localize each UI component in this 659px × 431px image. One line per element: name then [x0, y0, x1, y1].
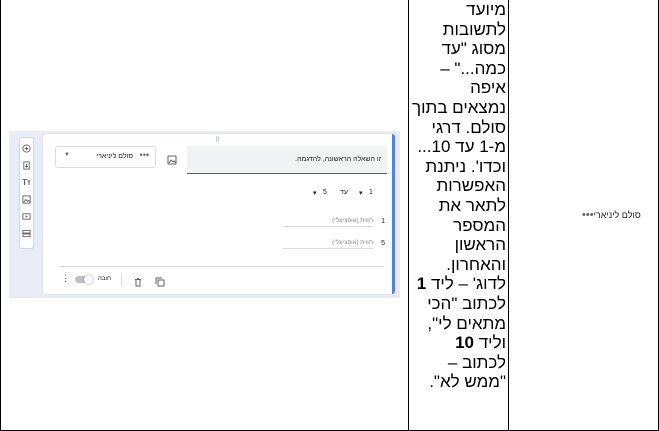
linear-scale-screenshot: Tт ⠿ זו השאלה הראשונה, להדגמה. ••• סולם …	[9, 131, 400, 298]
description-bold1: 1	[416, 274, 427, 294]
trash-icon[interactable]	[133, 274, 143, 287]
table-border-left	[0, 0, 1, 431]
required-toggle[interactable]	[75, 275, 93, 284]
description-cell: מיועד לתשובות מסוג "עד כמה..." – איפה נמ…	[412, 0, 506, 431]
scale-from-value[interactable]: 1	[369, 189, 373, 196]
drag-handle-icon[interactable]: ⠿	[215, 136, 221, 144]
description-text: מיועד לתשובות מסוג "עד כמה..." – איפה נמ…	[412, 0, 506, 392]
row-label-text: סולם ליניארי	[593, 210, 641, 220]
image-icon[interactable]	[20, 193, 33, 206]
title-icon[interactable]: Tт	[20, 176, 33, 189]
description-part1: מיועד לתשובות מסוג "עד כמה..." – איפה נמ…	[412, 0, 506, 294]
question-input[interactable]: זו השאלה הראשונה, להדגמה.	[187, 146, 387, 174]
scale-to-arrow-icon[interactable]: ▾	[313, 189, 317, 197]
scale-to-word: עד	[340, 189, 348, 196]
question-type-label: סולם ליניארי	[96, 153, 133, 160]
scale-range-row: ▾ 5 עד ▾ 1	[313, 189, 393, 201]
description-bold2: 10	[455, 333, 475, 353]
scale-to-value[interactable]: 5	[323, 189, 327, 196]
row-label: סולם ליניארי •••	[578, 206, 641, 224]
question-type-select[interactable]: ••• סולם ליניארי ▼	[55, 146, 156, 168]
add-question-icon[interactable]	[20, 142, 33, 155]
required-label: חובה	[98, 276, 111, 282]
video-icon[interactable]	[20, 210, 33, 223]
scale-min-label-input[interactable]: תווית (אופציונלי)	[283, 218, 373, 227]
question-text: זו השאלה הראשונה, להדגמה.	[295, 156, 381, 163]
scale-max-label-row: 5 תווית (אופציונלי)	[275, 239, 385, 253]
scale-max-label-input[interactable]: תווית (אופציונלי)	[283, 240, 373, 249]
add-image-icon[interactable]	[167, 152, 177, 165]
more-vert-icon[interactable]: ⋮	[61, 273, 70, 284]
dots-icon: •••	[139, 150, 149, 160]
card-accent-bar	[392, 134, 395, 294]
copy-icon[interactable]	[155, 274, 165, 287]
toggle-knob	[84, 275, 93, 284]
footer-separator	[121, 273, 122, 286]
card-footer-divider	[59, 266, 384, 267]
section-icon[interactable]	[20, 227, 33, 240]
table-border-col1	[408, 0, 409, 431]
import-icon[interactable]	[20, 159, 33, 172]
scale-from-arrow-icon[interactable]: ▾	[359, 189, 363, 197]
dropdown-arrow-icon: ▼	[64, 152, 70, 158]
table-border-col2	[508, 0, 509, 431]
side-toolbar: Tт	[19, 137, 34, 249]
description-part3: לכתוב – "ממש לא".	[429, 352, 506, 392]
scale-min-label-row: 1 תווית (אופציונלי)	[275, 217, 385, 231]
scale-max-number: 5	[381, 240, 385, 247]
question-card: ⠿ זו השאלה הראשונה, להדגמה. ••• סולם לינ…	[43, 134, 395, 294]
dots-icon: •••	[582, 209, 594, 221]
scale-min-number: 1	[381, 218, 385, 225]
